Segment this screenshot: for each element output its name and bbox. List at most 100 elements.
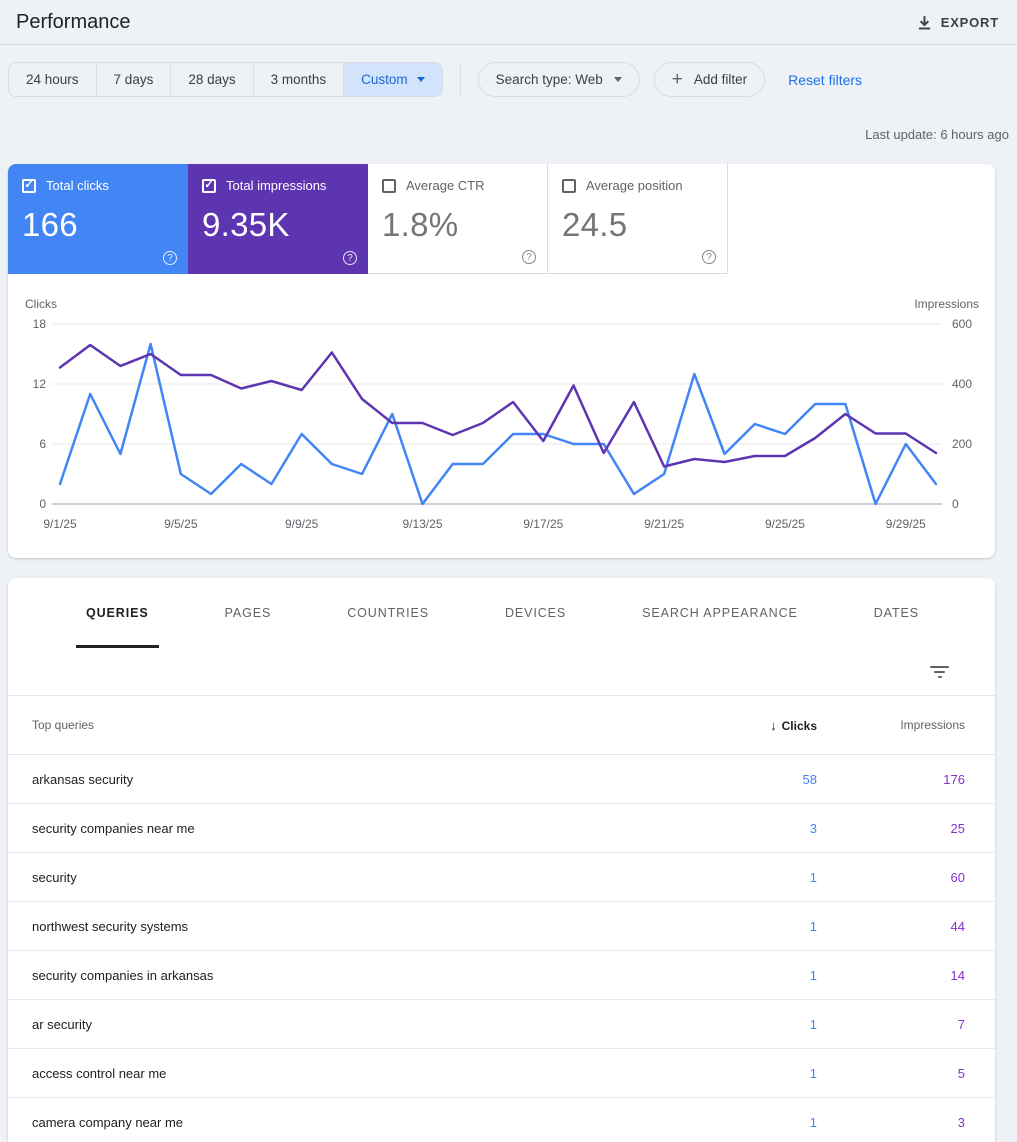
search-type-label: Search type: Web — [496, 72, 603, 87]
download-icon — [917, 15, 932, 30]
table-row[interactable]: access control near me15 — [8, 1049, 995, 1098]
checkbox-checked-icon[interactable]: ✓ — [22, 179, 36, 193]
last-update-text: Last update: 6 hours ago — [865, 127, 1009, 142]
impressions-cell: 3 — [845, 1115, 995, 1130]
impressions-cell: 25 — [845, 821, 995, 836]
right-axis-label: Impressions — [914, 297, 979, 311]
page-title: Performance — [16, 11, 131, 34]
date-range-label: 7 days — [114, 72, 154, 87]
table-row[interactable]: northwest security systems144 — [8, 902, 995, 951]
export-button[interactable]: EXPORT — [917, 15, 999, 30]
x-axis-tick: 9/13/25 — [402, 517, 442, 531]
query-cell: security companies near me — [32, 821, 707, 836]
table-toolbar — [8, 648, 995, 696]
impressions-cell: 7 — [845, 1017, 995, 1032]
date-range-28-days[interactable]: 28 days — [171, 63, 253, 96]
metric-label: Average position — [586, 178, 683, 193]
reset-filters-link[interactable]: Reset filters — [788, 72, 862, 88]
date-range-3-months[interactable]: 3 months — [254, 63, 345, 96]
metric-card-average-position[interactable]: Average position 24.5? — [548, 164, 728, 274]
tab-devices[interactable]: DEVICES — [495, 578, 576, 648]
date-range-group: 24 hours 7 days 28 days 3 monthsCustom — [8, 62, 443, 97]
x-axis-tick: 9/5/25 — [164, 517, 198, 531]
tab-search-appearance[interactable]: SEARCH APPEARANCE — [632, 578, 808, 648]
metric-value: 24.5 — [562, 206, 713, 244]
table-row[interactable]: security companies near me325 — [8, 804, 995, 853]
table-header-row: Top queries ↓Clicks Impressions — [8, 696, 995, 755]
left-axis-label: Clicks — [25, 297, 57, 311]
tab-queries[interactable]: QUERIES — [76, 578, 159, 648]
help-icon[interactable]: ? — [522, 250, 536, 264]
clicks-cell: 1 — [707, 1017, 845, 1032]
metric-value: 9.35K — [202, 206, 354, 244]
left-axis-tick: 0 — [39, 497, 46, 511]
metric-value: 1.8% — [382, 206, 533, 244]
table-body: arkansas security58176security companies… — [8, 755, 995, 1142]
impressions-cell: 5 — [845, 1066, 995, 1081]
column-header-clicks[interactable]: ↓Clicks — [707, 718, 845, 733]
x-axis-tick: 9/25/25 — [765, 517, 805, 531]
metric-value: 166 — [22, 206, 174, 244]
query-cell: access control near me — [32, 1066, 707, 1081]
query-cell: security — [32, 870, 707, 885]
date-range-label: 28 days — [188, 72, 235, 87]
checkbox-checked-icon[interactable]: ✓ — [202, 179, 216, 193]
metric-card-average-ctr[interactable]: Average CTR 1.8%? — [368, 164, 548, 274]
x-axis-tick: 9/9/25 — [285, 517, 319, 531]
help-icon[interactable]: ? — [343, 251, 357, 265]
chevron-down-icon — [417, 77, 425, 82]
right-axis-tick: 400 — [952, 377, 972, 391]
impressions-cell: 60 — [845, 870, 995, 885]
impressions-cell: 14 — [845, 968, 995, 983]
add-filter-label: Add filter — [694, 72, 747, 87]
impressions-cell: 44 — [845, 919, 995, 934]
clicks-cell: 1 — [707, 1115, 845, 1130]
clicks-cell: 1 — [707, 1066, 845, 1081]
metric-label: Average CTR — [406, 178, 485, 193]
clicks-line — [60, 344, 936, 504]
right-axis-tick: 600 — [952, 317, 972, 331]
header-bar: Performance EXPORT — [0, 0, 1017, 45]
clicks-cell: 1 — [707, 919, 845, 934]
checkbox-unchecked-icon[interactable] — [562, 179, 576, 193]
filter-list-icon[interactable] — [930, 666, 949, 678]
add-filter-button[interactable]: + Add filter — [654, 62, 765, 97]
metrics-chart-panel: ✓Total clicks166?✓Total impressions9.35K… — [8, 164, 995, 558]
search-type-button[interactable]: Search type: Web — [478, 62, 640, 97]
filter-bar: 24 hours 7 days 28 days 3 monthsCustom Sear… — [8, 62, 1001, 97]
x-axis-tick: 9/1/25 — [43, 517, 77, 531]
table-row[interactable]: arkansas security58176 — [8, 755, 995, 804]
column-header-queries[interactable]: Top queries — [32, 718, 707, 732]
table-row[interactable]: security companies in arkansas114 — [8, 951, 995, 1000]
column-header-impressions[interactable]: Impressions — [845, 718, 995, 732]
x-axis-tick: 9/29/25 — [886, 517, 926, 531]
metric-card-total-clicks[interactable]: ✓Total clicks166? — [8, 164, 188, 274]
left-axis-tick: 6 — [39, 437, 46, 451]
table-row[interactable]: ar security17 — [8, 1000, 995, 1049]
clicks-cell: 1 — [707, 968, 845, 983]
help-icon[interactable]: ? — [163, 251, 177, 265]
performance-chart: 1812606004002000ClicksImpressions9/1/259… — [8, 294, 995, 538]
clicks-cell: 3 — [707, 821, 845, 836]
dimension-tabs: QUERIES PAGES COUNTRIES DEVICES SEARCH APPEA… — [8, 578, 995, 648]
date-range-custom[interactable]: Custom — [344, 63, 442, 96]
help-icon[interactable]: ? — [702, 250, 716, 264]
x-axis-tick: 9/17/25 — [523, 517, 563, 531]
query-cell: northwest security systems — [32, 919, 707, 934]
tab-pages[interactable]: PAGES — [215, 578, 282, 648]
date-range-7-days[interactable]: 7 days — [97, 63, 172, 96]
plus-icon: + — [672, 70, 683, 89]
date-range-24-hours[interactable]: 24 hours — [9, 63, 97, 96]
date-range-label: 24 hours — [26, 72, 79, 87]
export-label: EXPORT — [941, 15, 999, 30]
checkbox-unchecked-icon[interactable] — [382, 179, 396, 193]
sort-desc-icon: ↓ — [770, 718, 777, 733]
table-row[interactable]: camera company near me13 — [8, 1098, 995, 1142]
metric-card-total-impressions[interactable]: ✓Total impressions9.35K? — [188, 164, 368, 274]
tab-dates[interactable]: DATES — [864, 578, 929, 648]
clicks-cell: 1 — [707, 870, 845, 885]
table-row[interactable]: security160 — [8, 853, 995, 902]
query-cell: camera company near me — [32, 1115, 707, 1130]
tab-countries[interactable]: COUNTRIES — [337, 578, 439, 648]
table-panel: QUERIES PAGES COUNTRIES DEVICES SEARCH APPEA… — [8, 578, 995, 1142]
